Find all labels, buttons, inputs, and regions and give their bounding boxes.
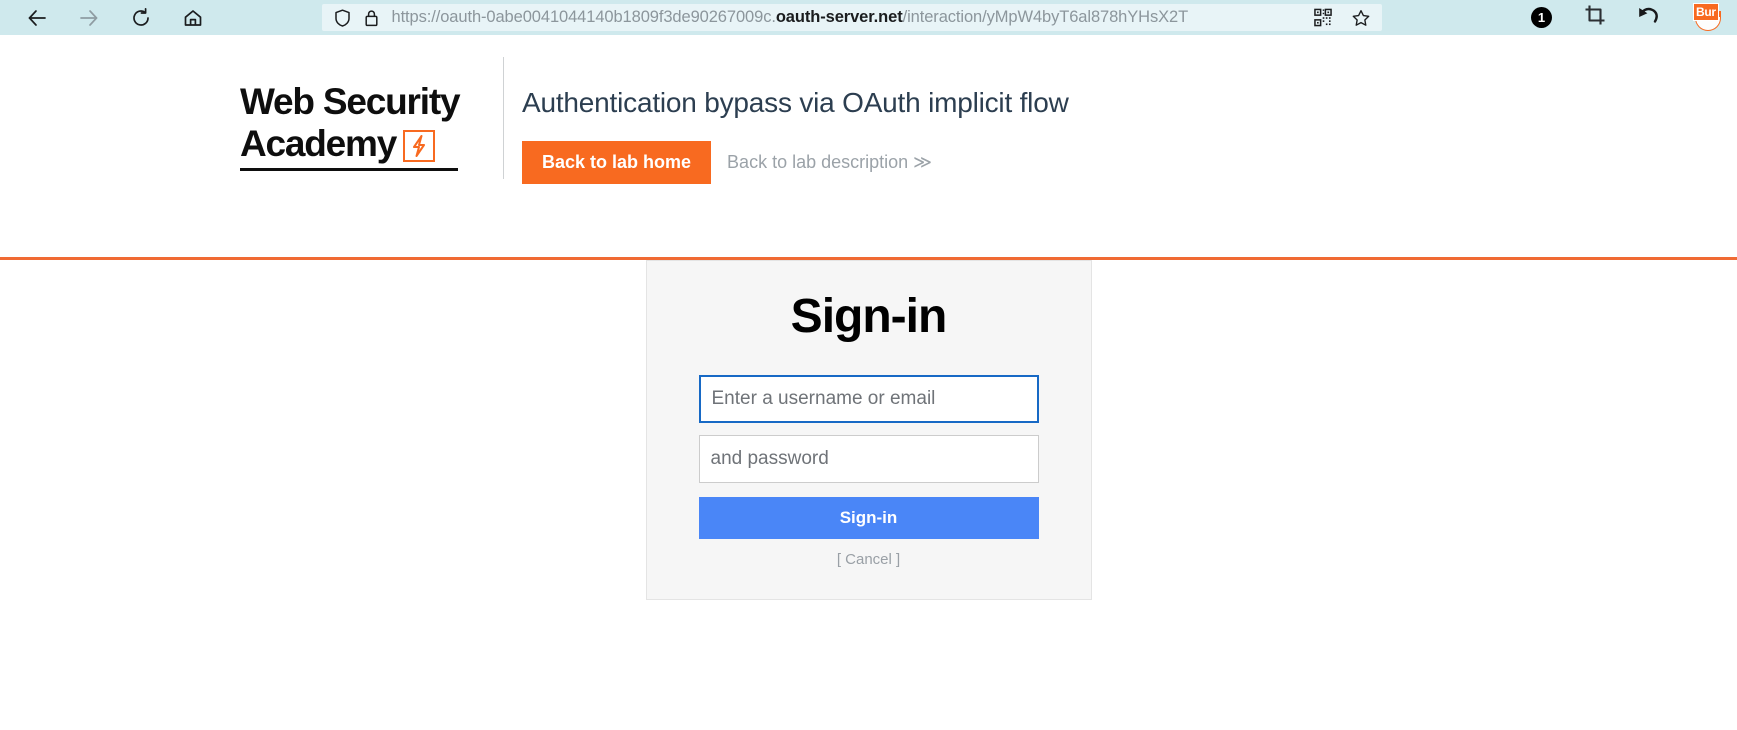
lab-header-main: Authentication bypass via OAuth implicit… — [522, 57, 1069, 184]
url-path: /interaction/yMpW4byT6al878hYHsX2T — [902, 8, 1189, 26]
arrow-right-icon — [78, 7, 100, 29]
signin-area: Sign-in Sign-in [ Cancel ] — [0, 260, 1737, 600]
signin-heading: Sign-in — [790, 290, 948, 343]
notification-badge-icon[interactable]: 1 — [1531, 7, 1552, 28]
back-to-lab-description-link[interactable]: Back to lab description ≫ — [727, 152, 932, 173]
star-icon[interactable] — [1352, 9, 1370, 27]
logo-line-2-row: Academy — [240, 123, 479, 165]
browser-toolbar: https://oauth-0abe0041044140b1809f3de902… — [0, 0, 1737, 35]
forward-button[interactable] — [76, 5, 102, 31]
url-text[interactable]: https://oauth-0abe0041044140b1809f3de902… — [392, 8, 1293, 27]
lightning-bolt-icon — [403, 130, 436, 162]
qr-code-icon[interactable] — [1313, 8, 1332, 27]
url-host: oauth-server.net — [775, 8, 903, 26]
page-title: Authentication bypass via OAuth implicit… — [522, 87, 1069, 118]
address-bar[interactable]: https://oauth-0abe0041044140b1809f3de902… — [321, 4, 1382, 31]
logo-line-1: Web Security — [240, 81, 461, 122]
burp-suite-icon[interactable]: Bur — [1693, 2, 1723, 33]
address-bar-actions — [1304, 8, 1370, 27]
back-button[interactable] — [24, 5, 50, 31]
signin-submit-button[interactable]: Sign-in — [698, 497, 1039, 539]
lock-icon[interactable] — [363, 9, 381, 27]
extensions-group: 1 Bur — [1497, 2, 1727, 33]
shield-icon[interactable] — [334, 8, 352, 27]
signin-panel: Sign-in Sign-in [ Cancel ] — [645, 260, 1092, 600]
lab-actions: Back to lab home Back to lab description… — [522, 141, 1069, 184]
password-input[interactable] — [698, 435, 1039, 483]
home-button[interactable] — [180, 5, 206, 31]
username-input[interactable] — [698, 375, 1039, 423]
crop-icon[interactable] — [1584, 4, 1606, 31]
page-content: Web Security Academy Authentication bypa… — [0, 35, 1737, 730]
reload-icon — [130, 7, 152, 29]
logo-line-2: Academy — [240, 123, 397, 164]
web-security-academy-logo[interactable]: Web Security Academy — [240, 57, 504, 179]
address-bar-container: https://oauth-0abe0041044140b1809f3de902… — [206, 0, 1497, 35]
back-to-lab-home-button[interactable]: Back to lab home — [522, 141, 712, 184]
cancel-link[interactable]: [ Cancel ] — [837, 551, 900, 568]
lab-header: Web Security Academy Authentication bypa… — [0, 35, 1737, 257]
logo-underline — [240, 168, 458, 171]
burp-label: Bur — [1693, 2, 1719, 21]
browser-nav-group — [10, 5, 206, 31]
arrow-left-icon — [26, 7, 48, 29]
reload-button[interactable] — [128, 5, 154, 31]
undo-arrow-icon[interactable] — [1638, 4, 1661, 31]
home-icon — [182, 7, 204, 29]
cancel-row: [ Cancel ] — [699, 551, 1039, 569]
url-scheme: https://oauth-0abe0041044140b1809f3de902… — [391, 8, 776, 26]
